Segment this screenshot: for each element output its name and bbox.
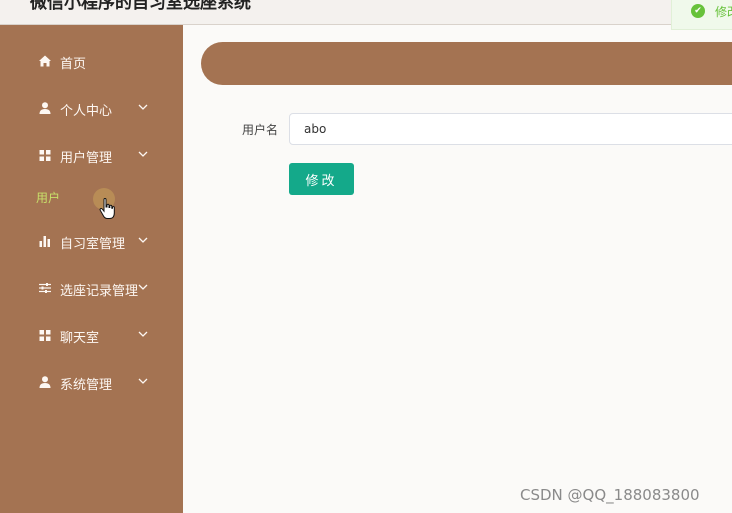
sidebar-item-seat-record-management[interactable]: 选座记录管理: [0, 273, 183, 303]
sidebar-item-label: 首页: [60, 57, 87, 72]
modify-button[interactable]: 修改: [289, 163, 354, 195]
toast-message: 修改成功: [715, 5, 732, 19]
sidebar-subitem-user[interactable]: 用户: [36, 189, 60, 206]
home-icon: [39, 55, 51, 67]
sidebar-item-label: 个人中心: [60, 104, 113, 119]
sidebar-item-label: 用户管理: [60, 151, 113, 166]
username-input[interactable]: [289, 113, 732, 145]
sidebar-item-label: 聊天室: [60, 331, 100, 346]
chevron-down-icon: [138, 237, 148, 243]
user-icon: [39, 102, 51, 114]
username-label: 用户名: [242, 123, 279, 137]
chevron-down-icon: [138, 104, 148, 110]
sidebar-item-label: 自习室管理: [60, 237, 126, 252]
sliders-icon: [39, 283, 51, 293]
success-toast: ✔ 修改成功: [671, 0, 732, 30]
content-header-band: [201, 42, 732, 85]
top-bar: 微信小程序的自习室选座系统: [0, 0, 732, 25]
chevron-down-icon: [138, 331, 148, 337]
sidebar-item-chat-room[interactable]: 聊天室: [0, 320, 183, 350]
app-title: 微信小程序的自习室选座系统: [30, 0, 251, 13]
sidebar-item-personal-center[interactable]: 个人中心: [0, 93, 183, 123]
sidebar-item-label: 系统管理: [60, 378, 113, 393]
sidebar-item-system-management[interactable]: 系统管理: [0, 367, 183, 397]
sidebar-item-study-room-management[interactable]: 自习室管理: [0, 226, 183, 256]
bar-chart-icon: [39, 236, 50, 247]
sidebar-item-user-management[interactable]: 用户管理: [0, 140, 183, 170]
chevron-down-icon: [138, 378, 148, 384]
sidebar-item-home[interactable]: 首页: [0, 46, 183, 76]
grid-icon: [39, 330, 51, 341]
user-icon: [39, 376, 51, 388]
watermark: CSDN @QQ_188083800: [520, 486, 700, 504]
hand-cursor-icon: [99, 198, 115, 219]
chevron-down-icon: [138, 151, 148, 157]
chevron-down-icon: [138, 284, 148, 290]
check-circle-icon: ✔: [691, 4, 705, 18]
grid-icon: [39, 150, 51, 161]
sidebar-item-label: 选座记录管理: [60, 284, 139, 299]
